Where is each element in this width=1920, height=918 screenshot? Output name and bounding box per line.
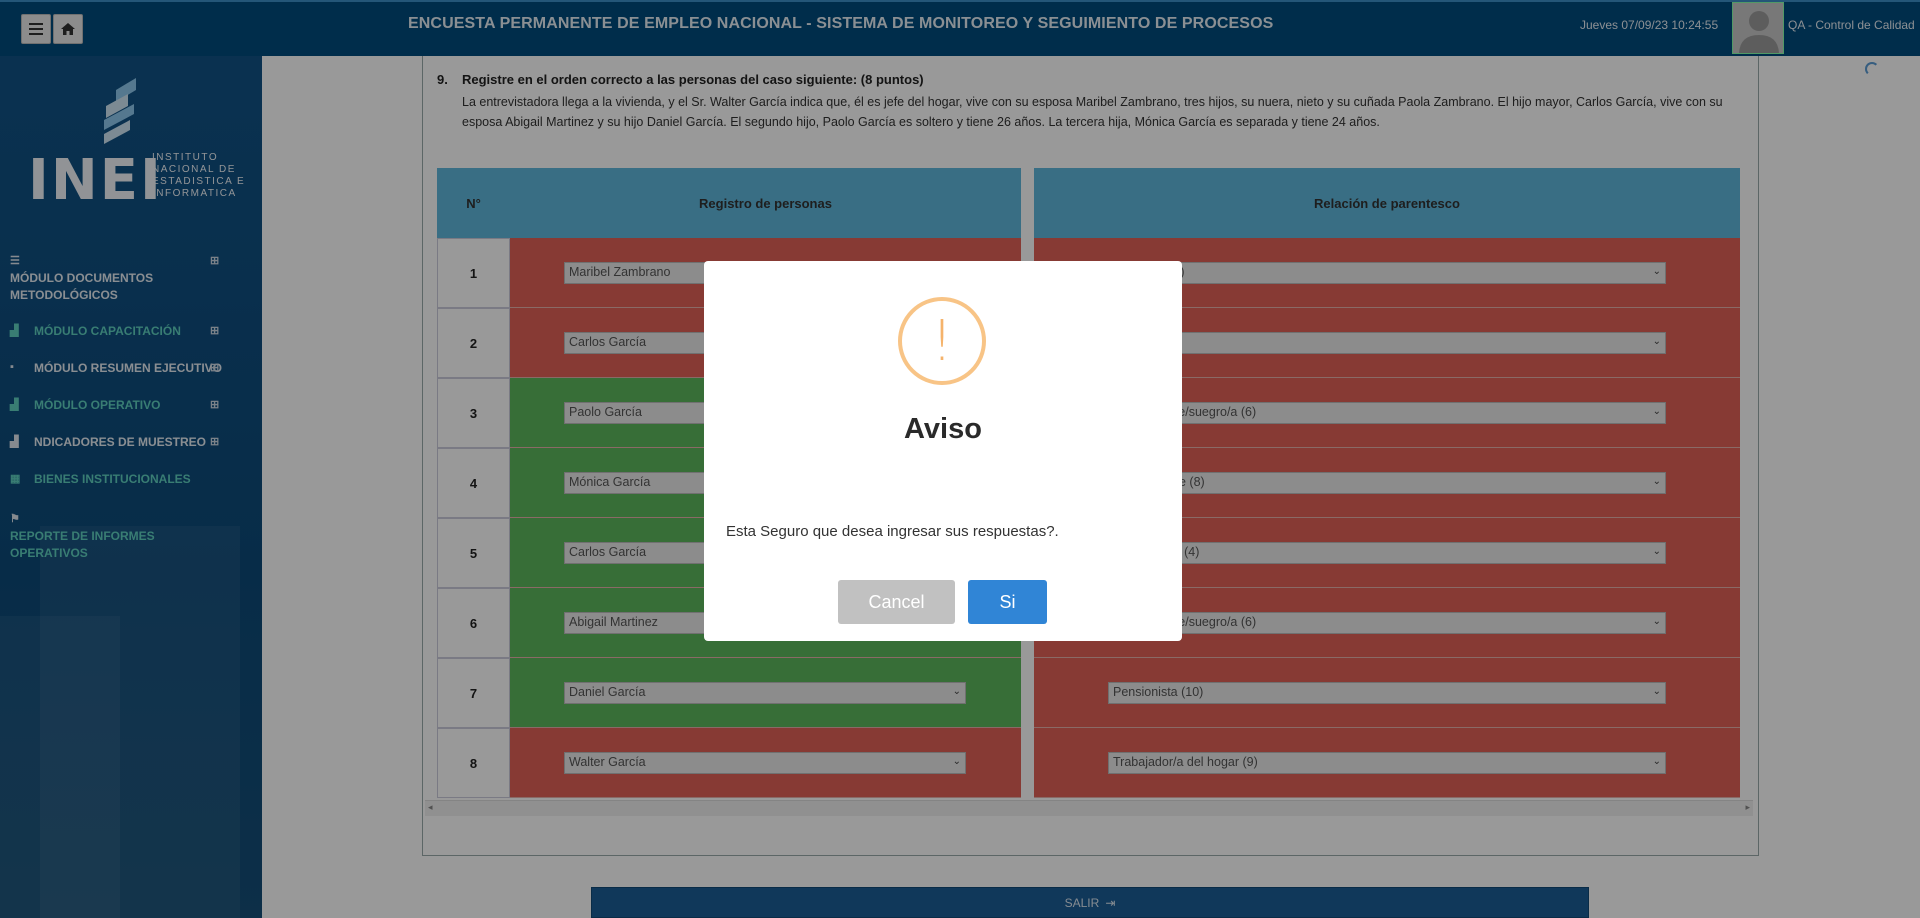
confirm-dialog: ! Aviso Esta Seguro que desea ingresar s… — [704, 261, 1182, 641]
dialog-message: Esta Seguro que desea ingresar sus respu… — [726, 523, 1059, 540]
confirm-button[interactable]: Si — [968, 580, 1047, 624]
cancel-button[interactable]: Cancel — [838, 580, 955, 624]
dialog-title: Aviso — [904, 413, 982, 445]
warning-icon: ! — [898, 297, 986, 385]
